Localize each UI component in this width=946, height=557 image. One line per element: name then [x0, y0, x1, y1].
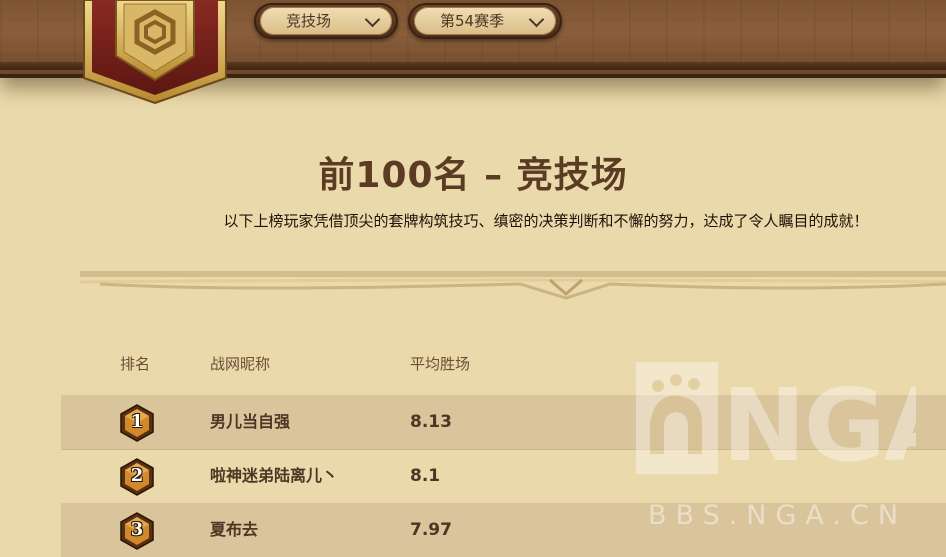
- rank-number: 3: [130, 519, 144, 540]
- watermark-logo-text: NGA: [722, 367, 916, 474]
- player-name: 啦神迷弟陆离儿丶: [210, 466, 339, 485]
- rank-number: 2: [130, 465, 144, 486]
- column-header-rank: 排名: [120, 355, 151, 373]
- chevron-down-icon: [364, 11, 381, 28]
- player-name: 夏布去: [210, 520, 259, 539]
- rank-number: 1: [130, 411, 144, 432]
- column-header-avg-wins: 平均胜场: [410, 355, 471, 373]
- mode-select-field[interactable]: 竞技场: [260, 7, 392, 35]
- nga-watermark-url: BBS.NGA.CN: [648, 500, 908, 531]
- player-name: 男儿当自强: [210, 412, 291, 431]
- mode-select[interactable]: 竞技场: [254, 3, 398, 39]
- avg-wins-value: 8.13: [410, 412, 452, 432]
- mode-select-value: 竞技场: [286, 12, 332, 30]
- nga-watermark-logo: NGA: [636, 362, 916, 474]
- page-title: 前100名 – 竞技场: [318, 155, 628, 196]
- avg-wins-value: 7.97: [410, 520, 452, 540]
- avg-wins-value: 8.1: [410, 466, 441, 486]
- season-select-value: 第54赛季: [440, 12, 505, 30]
- ornate-divider: [80, 271, 946, 300]
- column-header-name: 战网昵称: [210, 355, 271, 373]
- season-select[interactable]: 第54赛季: [408, 3, 562, 39]
- arena-crest-icon: [83, 0, 227, 104]
- chevron-down-icon: [528, 11, 545, 28]
- season-select-field[interactable]: 第54赛季: [414, 7, 556, 35]
- page-subtitle: 以下上榜玩家凭借顶尖的套牌构筑技巧、缜密的决策判断和不懈的努力，达成了令人瞩目的…: [223, 212, 869, 230]
